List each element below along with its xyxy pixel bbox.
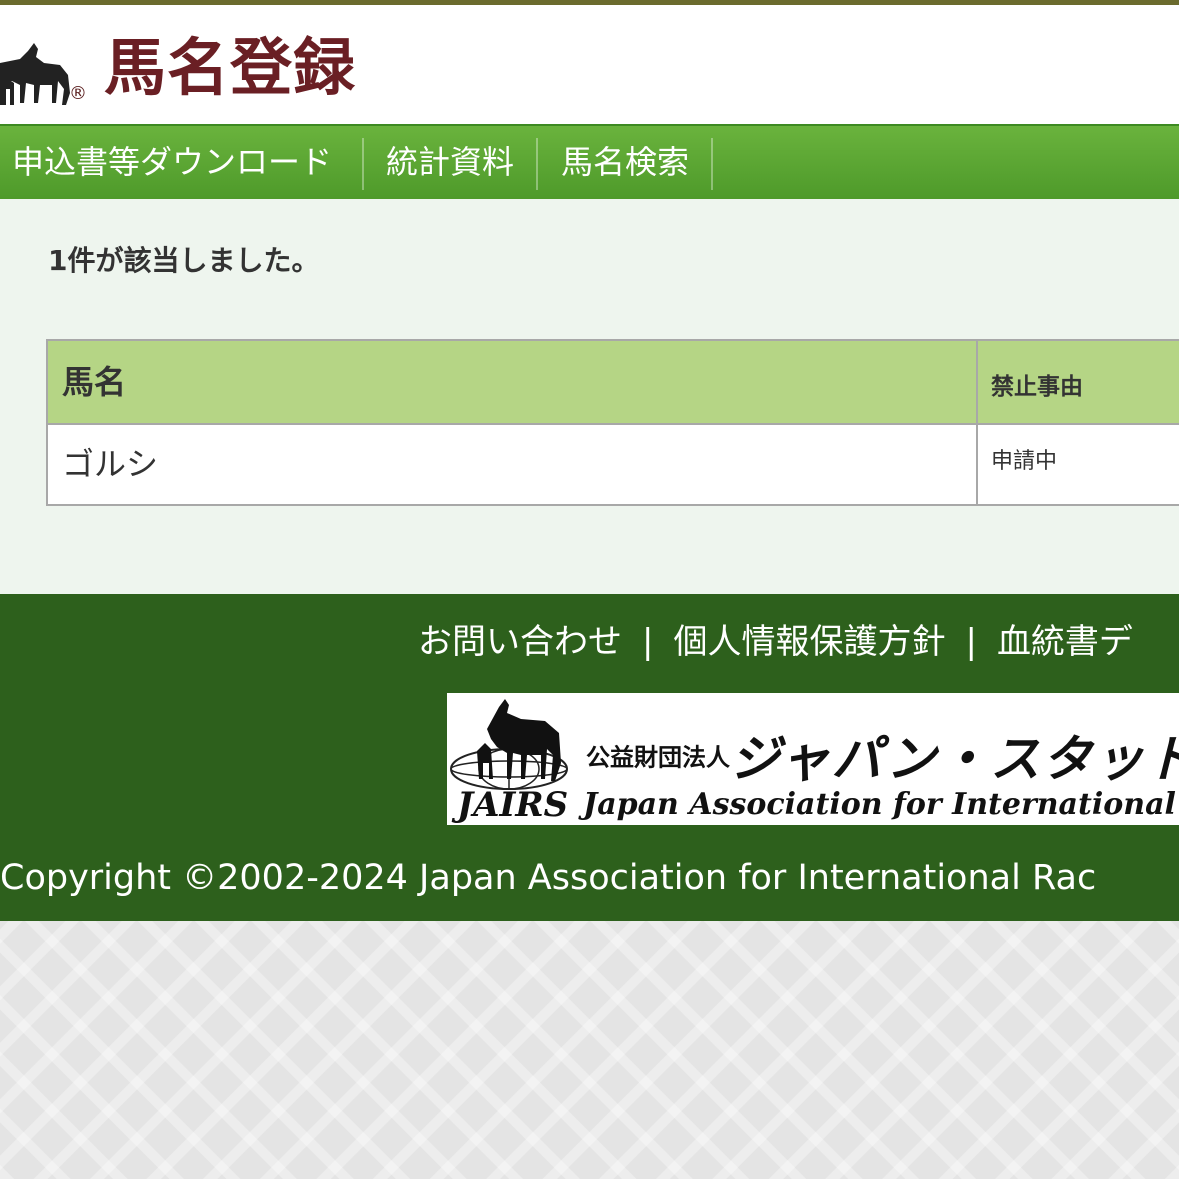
reason-cell: 申請中 xyxy=(991,449,1058,474)
banner-org-name-jp: 公益財団法人ジャパン・スタッドブック・ xyxy=(586,719,1179,791)
nav-item-download[interactable]: 申込書等ダウンロード xyxy=(12,126,332,199)
horse-name-cell: ゴルシ xyxy=(62,445,159,483)
site-footer: お問い合わせ | 個人情報保護方針 | 血統書デ 公益財団法人ジャパン・スタッドブック・… xyxy=(0,594,1179,921)
globe-horses-icon xyxy=(450,699,568,790)
copyright: Copyright ©2002-2024 Japan Association f… xyxy=(0,858,1097,898)
main-content: 1件が該当しました。 馬名 禁止事由 ゴルシ 申請中 xyxy=(0,199,1179,594)
site-title: 馬名登録 xyxy=(104,31,357,104)
nav-item-name-search[interactable]: 馬名検索 xyxy=(561,126,689,199)
horses-icon xyxy=(0,43,70,105)
main-nav: 申込書等ダウンロード 統計資料 馬名検索 xyxy=(0,124,1179,199)
column-header-name: 馬名 xyxy=(62,363,127,401)
result-count: 1件が該当しました。 xyxy=(48,244,320,277)
column-header-reason: 禁止事由 xyxy=(991,374,1083,400)
site-logo[interactable] xyxy=(0,23,80,113)
footer-separator: | xyxy=(642,622,654,662)
registered-mark: ® xyxy=(69,83,87,104)
nav-item-statistics[interactable]: 統計資料 xyxy=(386,126,514,199)
footer-link-privacy[interactable]: 個人情報保護方針 xyxy=(673,622,945,662)
footer-links: お問い合わせ | 個人情報保護方針 | 血統書デ xyxy=(418,618,1133,666)
column-divider xyxy=(976,341,978,504)
results-table: 馬名 禁止事由 ゴルシ 申請中 xyxy=(46,339,1179,506)
footer-link-contact[interactable]: お問い合わせ xyxy=(418,622,622,662)
nav-divider xyxy=(536,138,538,190)
footer-link-pedigree[interactable]: 血統書デ xyxy=(997,622,1133,662)
banner-org-prefix: 公益財団法人 xyxy=(586,743,730,772)
banner-org-name-en: Japan Association for International Ra xyxy=(583,787,1179,822)
nav-divider xyxy=(362,138,364,190)
nav-divider xyxy=(711,138,713,190)
banner-org-name: ジャパン・スタッドブック・ xyxy=(730,730,1179,788)
banner-jairs-mark: JAIRS xyxy=(457,785,569,825)
footer-separator: | xyxy=(965,622,977,662)
site-header: ® 馬名登録 xyxy=(0,5,1179,124)
jairs-banner[interactable]: 公益財団法人ジャパン・スタッドブック・ JAIRS Japan Associat… xyxy=(447,693,1179,825)
table-header-row: 馬名 禁止事由 xyxy=(48,341,1179,425)
